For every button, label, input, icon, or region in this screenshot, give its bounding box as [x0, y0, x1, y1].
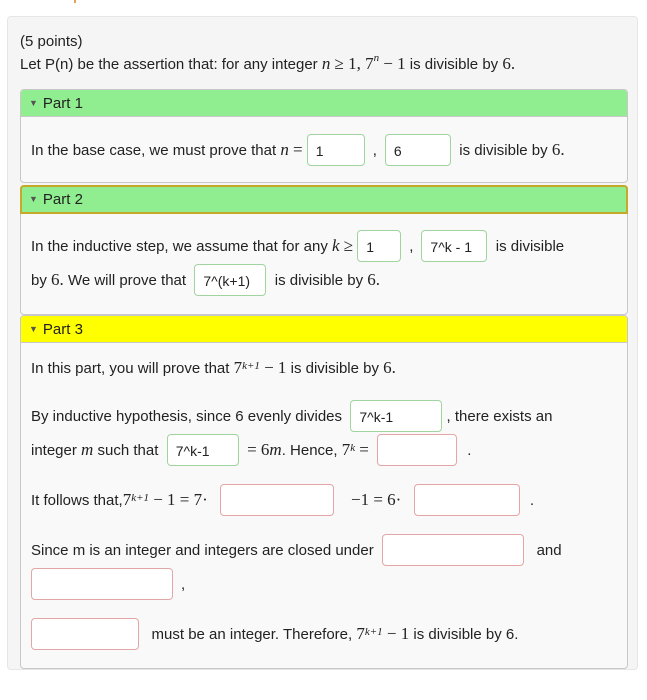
part-3-intro: In this part, you will prove that 7 k+1 −…	[31, 358, 396, 378]
conclusion-text: must be an integer. Therefore,	[151, 625, 353, 643]
part-2: ▼ Part 2 In the inductive step, we assume…	[20, 185, 628, 315]
by-text: by	[31, 271, 47, 289]
part-2-line-1: In the inductive step, we assume that fo…	[31, 230, 564, 262]
collapse-triangle-icon: ▼	[29, 324, 38, 334]
part-3-header[interactable]: ▼ Part 3	[21, 316, 627, 343]
math-minus: − 1	[264, 358, 287, 377]
geq-sign: ≥	[343, 236, 354, 255]
part-2-text: In the inductive step, we assume that fo…	[31, 237, 328, 255]
divides-input[interactable]: 7^k-1	[350, 400, 443, 432]
and-text: and	[536, 541, 562, 559]
math-minus: − 1	[386, 624, 410, 643]
part-3-follows: It follows that, 7 k+1 − 1 = 7· −1 = 6· .	[31, 484, 534, 516]
inductive-goal-input[interactable]: 7^(k+1)	[194, 264, 267, 296]
eq-6m-input[interactable]: 7^k-1	[166, 434, 239, 466]
problem-statement: Let P(n) be the assertion that: for any …	[20, 52, 516, 74]
conclusion-suffix: is divisible by 6.	[413, 625, 519, 643]
part-2-line-2: by 6. We will prove that 7^(k+1) is divi…	[31, 264, 380, 296]
part-1-title: Part 1	[42, 95, 83, 112]
statement-text: Let P(n) be the assertion that: for any …	[20, 56, 318, 73]
var-n: n	[280, 140, 289, 159]
statement-math: ≥ 1, 7	[334, 54, 374, 73]
hyp-suffix: , there exists an	[446, 407, 553, 425]
math-base: 7	[233, 358, 243, 377]
intro-text: In this part, you will prove that	[31, 359, 230, 377]
hyp-text: By inductive hypothesis, since 6 evenly …	[31, 407, 343, 425]
follows-text: It follows that,	[31, 491, 123, 509]
var-k: k	[332, 236, 340, 255]
inductive-k-input[interactable]: 1	[357, 230, 402, 262]
six: 6.	[367, 270, 381, 289]
part-3-integer-m: integer m such that 7^k-1 = 6m . Hence, …	[31, 434, 471, 466]
part-3: ▼ Part 3 In this part, you will prove tha…	[20, 315, 628, 669]
math-base: 7	[341, 440, 351, 459]
part-1-suffix: is divisible by	[459, 141, 548, 159]
part-1: ▼ Part 1 In the base case, we must prove …	[20, 89, 628, 183]
such-that-text: such that	[97, 441, 159, 459]
times-7-input[interactable]	[220, 484, 335, 516]
must-be-integer-input[interactable]	[31, 618, 139, 650]
math-exp: k+1	[364, 626, 383, 638]
part-1-header[interactable]: ▼ Part 1	[21, 90, 627, 117]
part-3-conclusion: must be an integer. Therefore, 7 k+1 − 1 …	[31, 618, 518, 650]
eq-6: = 6	[247, 440, 270, 459]
collapse-triangle-icon: ▼	[29, 194, 38, 204]
part-3-hypothesis: By inductive hypothesis, since 6 evenly …	[31, 400, 552, 432]
math-exp: k+1	[131, 492, 150, 504]
math-exp: k	[350, 442, 356, 454]
closed-under-input-1[interactable]	[382, 534, 525, 566]
part-1-line: In the base case, we must prove that n =…	[31, 134, 565, 166]
six: 6.	[551, 140, 565, 159]
var-m: m	[81, 440, 94, 459]
var-m: m	[269, 440, 282, 459]
collapse-triangle-icon: ▼	[29, 98, 38, 108]
comma: ,	[372, 141, 377, 159]
part-1-text: In the base case, we must prove that	[31, 141, 277, 159]
six: 6.	[383, 358, 396, 377]
equals-sign: =	[359, 440, 369, 459]
six: 6.	[51, 270, 64, 289]
top-marker	[74, 0, 76, 3]
intro-suffix: is divisible by	[290, 359, 379, 377]
equals-sign: =	[292, 140, 303, 159]
math-base: 7	[356, 624, 365, 643]
closed-under-input-2[interactable]	[31, 568, 173, 600]
statement-suffix: is divisible by	[409, 56, 499, 73]
part-3-title: Part 3	[42, 321, 83, 338]
statement-var-n: n	[321, 54, 331, 73]
math-eq-6: −1 = 6·	[350, 490, 402, 509]
divisible-text: is divisible by	[274, 271, 364, 289]
points-label: (5 points)	[20, 33, 83, 50]
part-3-closed-2: ,	[31, 568, 185, 600]
statement-six: 6.	[502, 54, 516, 73]
comma: ,	[409, 237, 414, 255]
integer-text: integer	[31, 441, 77, 459]
part-2-header[interactable]: ▼ Part 2	[20, 185, 628, 214]
base-n-input[interactable]: 1	[306, 134, 365, 166]
statement-minus: − 1	[383, 54, 406, 73]
inductive-hyp-input[interactable]: 7^k - 1	[421, 230, 488, 262]
period: .	[467, 441, 472, 459]
hence-text: . Hence,	[281, 441, 338, 459]
part-2-title: Part 2	[42, 191, 83, 208]
closed-text: Since m is an integer and integers are c…	[31, 541, 374, 559]
part-3-closed: Since m is an integer and integers are c…	[31, 534, 562, 566]
times-6-input[interactable]	[413, 484, 520, 516]
period: .	[529, 491, 535, 509]
math-base: 7	[122, 490, 132, 509]
statement-exp: n	[373, 52, 380, 64]
we-will-prove-text: We will prove that	[67, 271, 187, 289]
base-expr-input[interactable]: 6	[384, 134, 451, 166]
math-eq-7: − 1 = 7·	[153, 490, 208, 509]
part-2-mid-text: is divisible	[495, 237, 565, 255]
seven-k-input[interactable]	[377, 434, 458, 466]
math-exp: k+1	[242, 360, 260, 372]
comma: ,	[181, 575, 186, 593]
question-card: (5 points) Let P(n) be the assertion tha…	[7, 16, 638, 670]
